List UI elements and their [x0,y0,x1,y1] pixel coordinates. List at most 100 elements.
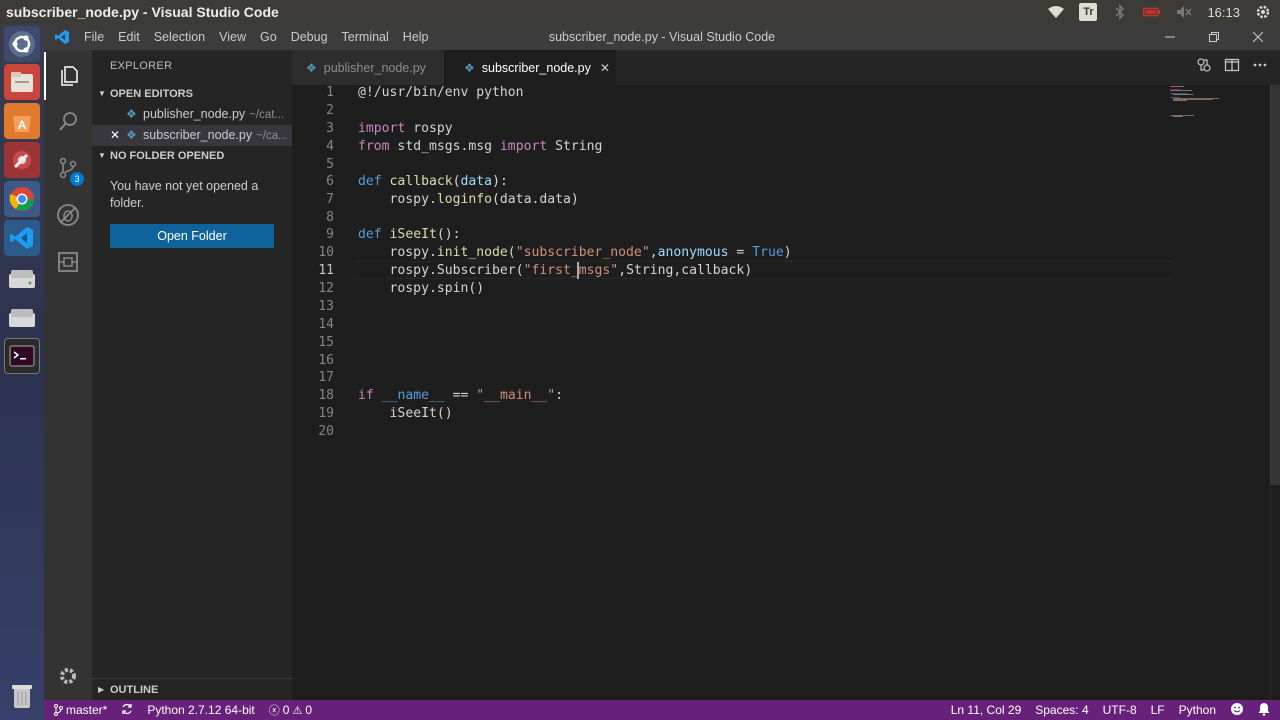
language-mode[interactable]: Python [1179,703,1216,717]
parameter: anonymous [657,245,729,260]
launcher-terminal-icon[interactable] [4,338,40,374]
open-editors-header[interactable]: ▼ OPEN EDITORS [92,83,292,105]
os-top-panel: subscriber_node.py - Visual Studio Code … [0,0,1280,24]
code-text: : [555,388,564,403]
line-number: 2 [326,103,334,118]
debug-icon[interactable] [44,191,92,239]
git-branch[interactable]: master* [54,703,107,717]
vscode-titlebar: subscriber_node.py - Visual Studio Code … [44,24,1280,50]
code-line-11: rospy.Subscriber("first_msgs",String,cal… [358,263,753,278]
launcher-software-center-icon[interactable]: A [4,103,40,139]
line-number: 13 [318,299,334,314]
tab-close-icon[interactable]: ✕ [600,61,610,75]
python-file-icon: ❖ [126,128,137,142]
code-text: ) [783,245,792,260]
more-actions-icon[interactable] [1252,57,1268,78]
menu-go[interactable]: Go [260,30,287,44]
keyboard-layout-indicator[interactable]: Tr [1079,3,1098,21]
outline-label: OUTLINE [110,684,159,696]
menu-debug[interactable]: Debug [291,30,338,44]
no-folder-message: You have not yet opened a folder. [110,179,259,210]
open-changes-icon[interactable] [1196,57,1212,78]
sidebar-title: EXPLORER [110,60,173,72]
wifi-icon[interactable] [1047,4,1065,20]
menu-terminal[interactable]: Terminal [342,30,399,44]
menu-bar: File Edit Selection View Go Debug Termin… [84,24,439,50]
code-text: , [649,245,658,260]
manage-gear-icon[interactable] [44,652,92,700]
open-editor-item[interactable]: ✕ ❖ subscriber_node.py ~/ca... [92,125,292,146]
outline-header-inner: ▶ OUTLINE [92,679,292,701]
menu-file[interactable]: File [84,30,114,44]
code-line-10: rospy.init_node("subscriber_node",anonym… [358,245,792,260]
launcher-files-icon[interactable] [4,64,40,100]
function-name: iSeeIt [389,227,437,242]
open-editors-label: OPEN EDITORS [110,88,193,100]
indentation[interactable]: Spaces: 4 [1035,703,1088,717]
cursor-position[interactable]: Ln 11, Col 29 [951,703,1022,717]
feedback-smiley-icon[interactable] [1230,702,1244,719]
no-folder-header[interactable]: ▼ NO FOLDER OPENED [92,145,292,167]
outline-header[interactable]: ▶ OUTLINE [92,678,292,700]
menu-view[interactable]: View [219,30,256,44]
open-editor-filename-wrap: publisher_node.py ~/cat... [143,104,284,125]
editor-scrollbar[interactable] [1270,85,1280,700]
minimize-icon[interactable] [1148,24,1192,50]
string-literal: "subscriber_node" [515,245,650,260]
restore-icon[interactable] [1192,24,1236,50]
menu-selection[interactable]: Selection [154,30,215,44]
os-window-title: subscriber_node.py - Visual Studio Code [6,4,279,20]
sync-icon[interactable] [121,703,133,718]
open-folder-button[interactable]: Open Folder [110,224,274,248]
bluetooth-icon[interactable] [1111,4,1129,20]
scrollbar-thumb[interactable] [1270,85,1280,485]
string-literal: "__main__" [476,388,556,403]
open-editor-item[interactable]: ❖ publisher_node.py ~/cat... [92,104,292,125]
launcher-disks-icon[interactable] [4,261,40,297]
tab-publisher-node[interactable]: ❖ publisher_node.py [292,50,444,85]
code-text: String [547,139,603,154]
battery-icon[interactable] [1143,4,1161,20]
python-interpreter[interactable]: Python 2.7.12 64-bit [147,703,254,717]
code-line-9: def iSeeIt(): [358,227,461,242]
notifications-bell-icon[interactable] [1258,702,1270,719]
open-editor-filename-wrap: subscriber_node.py ~/ca... [143,125,288,146]
code-line-18: if __name__ == "__main__": [358,388,563,403]
encoding[interactable]: UTF-8 [1103,703,1137,717]
launcher-ubuntu-dash-icon[interactable] [4,26,40,62]
close-editor-icon[interactable]: ✕ [110,125,120,146]
problems-summary[interactable]: ⓧ 0 ⚠ 0 [269,702,312,718]
minimap[interactable] [1170,85,1265,125]
launcher-trash-icon[interactable] [4,678,40,714]
extensions-icon[interactable] [44,238,92,286]
menu-edit[interactable]: Edit [118,30,150,44]
line-number: 8 [326,210,334,225]
function-name: init_node [436,245,508,260]
tab-label: publisher_node.py [323,60,426,75]
launcher-drive-icon[interactable] [4,300,40,336]
function-name: loginfo [436,192,493,207]
power-gear-icon[interactable] [1254,4,1272,20]
parameter: data [460,174,493,189]
volume-muted-icon[interactable] [1175,4,1193,20]
git-branch-label: master* [66,703,108,717]
close-icon[interactable] [1236,24,1280,50]
explorer-icon[interactable] [44,52,92,100]
launcher-chrome-icon[interactable] [4,181,40,217]
source-control-icon[interactable]: 3 [44,144,92,192]
search-icon[interactable] [44,98,92,146]
launcher-vscode-icon[interactable] [4,220,40,256]
menu-help[interactable]: Help [403,30,439,44]
line-number-current: 11 [318,263,334,278]
tab-subscriber-node[interactable]: ❖ subscriber_node.py ✕ [444,50,616,85]
code-text: ( [515,263,524,278]
launcher-settings-icon[interactable] [4,142,40,178]
code-text: ,String,callback) [618,263,753,278]
svg-text:A: A [18,118,27,132]
code-text: rospy. [358,245,437,260]
clock[interactable]: 16:13 [1207,5,1240,20]
unity-launcher: A [0,24,44,720]
code-editor[interactable]: 1 2 3 4 5 6 7 8 9 10 11 12 13 14 15 16 1… [292,85,1280,700]
end-of-line[interactable]: LF [1151,703,1165,717]
split-editor-icon[interactable] [1224,57,1240,78]
